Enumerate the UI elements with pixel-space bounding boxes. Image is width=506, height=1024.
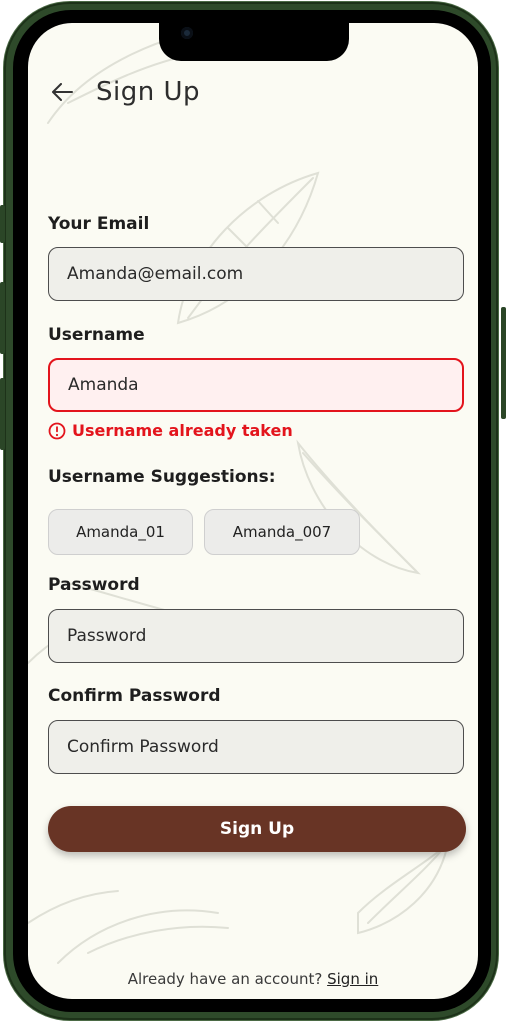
username-value: Amanda	[68, 375, 139, 395]
password-placeholder: Password	[67, 626, 147, 646]
password-field[interactable]: Password	[48, 609, 464, 663]
suggestion-chip[interactable]: Amanda_01	[48, 509, 193, 555]
sign-in-prompt-text: Already have an account?	[127, 970, 323, 988]
confirm-password-field[interactable]: Confirm Password	[48, 720, 464, 774]
header: Sign Up	[50, 75, 200, 109]
page-title: Sign Up	[96, 77, 201, 107]
side-button	[0, 205, 5, 243]
sign-in-link[interactable]: Sign in	[327, 970, 378, 988]
back-button[interactable]	[50, 80, 74, 104]
suggestions-label: Username Suggestions:	[48, 467, 276, 487]
sign-in-prompt: Already have an account? Sign in	[28, 970, 478, 988]
side-button	[501, 307, 506, 419]
password-label: Password	[48, 575, 140, 595]
username-error: Username already taken	[48, 421, 293, 440]
email-label: Your Email	[48, 214, 150, 234]
side-button	[0, 282, 5, 354]
email-value: Amanda@email.com	[67, 264, 244, 284]
error-circle-icon	[48, 422, 66, 439]
username-field[interactable]: Amanda	[48, 358, 464, 412]
front-camera	[181, 27, 193, 39]
username-label: Username	[48, 325, 145, 345]
confirm-password-label: Confirm Password	[48, 686, 221, 706]
email-field[interactable]: Amanda@email.com	[48, 247, 464, 301]
side-button	[0, 378, 5, 450]
confirm-password-placeholder: Confirm Password	[67, 737, 219, 757]
suggestion-chip[interactable]: Amanda_007	[204, 509, 360, 555]
username-error-text: Username already taken	[72, 421, 293, 440]
notch	[159, 23, 349, 61]
screen: Sign Up Your Email Amanda@email.com User…	[28, 23, 478, 999]
arrow-left-icon	[52, 83, 73, 101]
sign-up-button[interactable]: Sign Up	[48, 806, 466, 852]
